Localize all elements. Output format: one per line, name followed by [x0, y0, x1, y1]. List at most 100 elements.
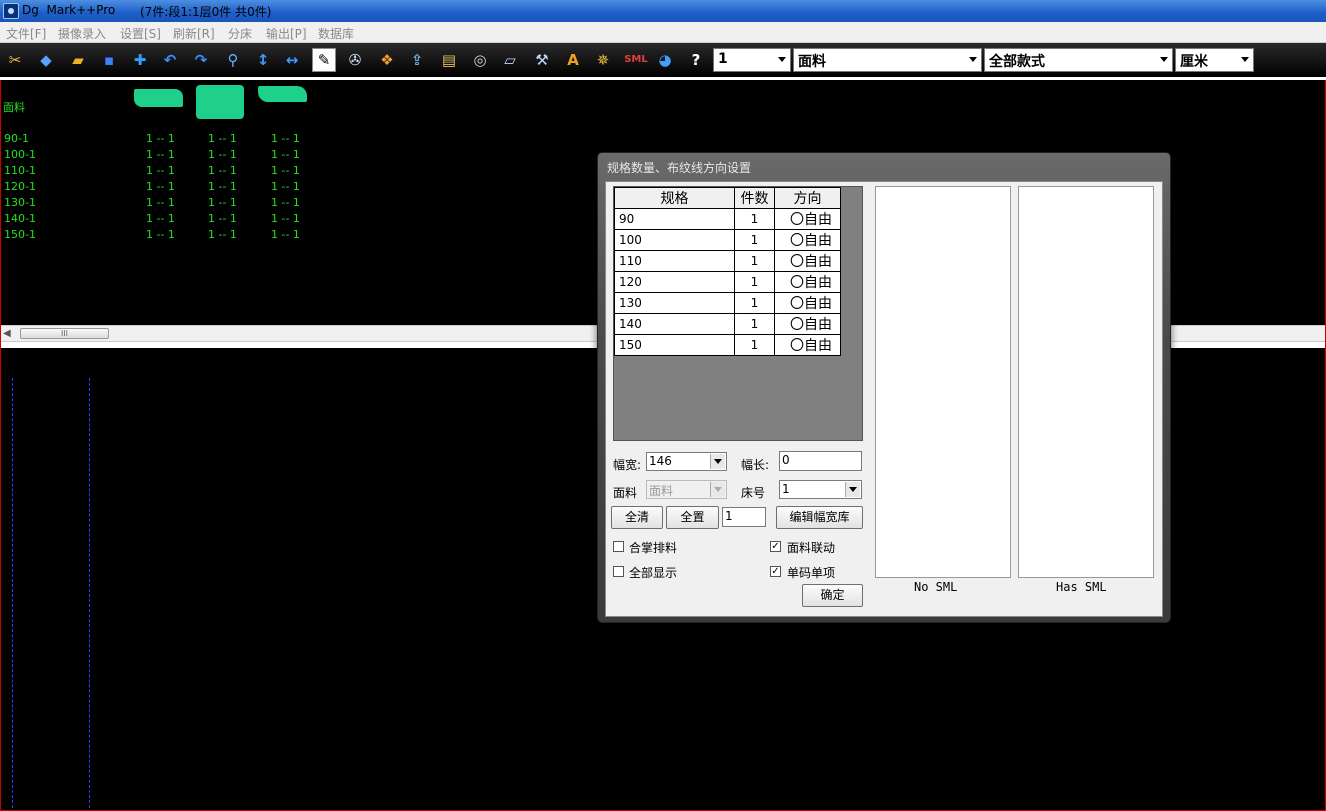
- count-cell[interactable]: 1: [734, 313, 775, 335]
- menu-file[interactable]: 文件[F]: [6, 25, 46, 42]
- horizontal-arrow-icon[interactable]: ↔: [280, 48, 304, 72]
- piece-thumbnail[interactable]: [134, 89, 183, 107]
- size-label: 140-1: [4, 212, 36, 225]
- undo-icon[interactable]: ↶: [158, 48, 182, 72]
- table-row[interactable]: 90 1 〇自由: [614, 208, 841, 230]
- single-size-checkbox[interactable]: ✓: [770, 566, 781, 577]
- direction-cell[interactable]: 〇自由: [774, 271, 841, 293]
- fabric-select[interactable]: 面料: [793, 48, 982, 72]
- tape-icon[interactable]: ◎: [468, 48, 492, 72]
- chevron-down-icon: [969, 57, 977, 62]
- tools-icon[interactable]: ⚒: [530, 48, 554, 72]
- bed-combo[interactable]: 1: [779, 480, 862, 499]
- menu-output[interactable]: 输出[P]: [266, 25, 307, 42]
- count-cell[interactable]: 1: [734, 271, 775, 293]
- scroll-thumb[interactable]: III: [20, 328, 109, 339]
- size-count-cell: 1 -- 1: [208, 228, 237, 241]
- has-sml-list[interactable]: [1018, 186, 1154, 578]
- app-icon[interactable]: [3, 3, 19, 19]
- size-count-cell: 1 -- 1: [208, 132, 237, 145]
- spec-cell[interactable]: 130: [614, 292, 735, 314]
- table-row[interactable]: 130 1 〇自由: [614, 292, 841, 314]
- count-cell[interactable]: 1: [734, 292, 775, 314]
- table-row[interactable]: 100 1 〇自由: [614, 229, 841, 251]
- show-all-label: 全部显示: [629, 566, 678, 580]
- combine-checkbox[interactable]: [613, 541, 624, 552]
- fabric-link-checkbox[interactable]: ✓: [770, 541, 781, 552]
- header-direction[interactable]: 方向: [774, 187, 841, 209]
- scroll-left-icon[interactable]: ◀: [3, 328, 11, 339]
- help-icon[interactable]: ?: [684, 48, 708, 72]
- vertical-arrow-icon[interactable]: ↕: [251, 48, 275, 72]
- film-icon[interactable]: ▤: [437, 48, 461, 72]
- direction-cell[interactable]: 〇自由: [774, 313, 841, 335]
- direction-cell[interactable]: 〇自由: [774, 208, 841, 230]
- no-sml-list[interactable]: [875, 186, 1011, 578]
- spec-cell[interactable]: 150: [614, 334, 735, 356]
- sml-icon[interactable]: SML: [622, 48, 650, 72]
- piece-thumbnail[interactable]: [196, 85, 244, 119]
- chevron-down-icon[interactable]: [710, 454, 725, 469]
- menu-bar: 文件[F] 摄像录入 设置[S] 刷新[R] 分床 输出[P] 数据库: [0, 22, 1326, 43]
- width-combo[interactable]: 146: [646, 452, 727, 471]
- table-row[interactable]: 150 1 〇自由: [614, 334, 841, 356]
- size-count-cell: 1 -- 1: [271, 180, 300, 193]
- style-select[interactable]: 全部款式: [984, 48, 1173, 72]
- select-tool-icon[interactable]: ✎: [312, 48, 336, 72]
- add-icon[interactable]: ✚: [128, 48, 152, 72]
- scissors-icon[interactable]: ✂: [3, 48, 27, 72]
- menu-camera-input[interactable]: 摄像录入: [58, 25, 106, 42]
- size-label: 150-1: [4, 228, 36, 241]
- table-row[interactable]: 110 1 〇自由: [614, 250, 841, 272]
- direction-cell[interactable]: 〇自由: [774, 334, 841, 356]
- header-spec[interactable]: 规格: [614, 187, 735, 209]
- spec-cell[interactable]: 100: [614, 229, 735, 251]
- set-all-button[interactable]: 全置: [666, 506, 719, 529]
- ruler-icon[interactable]: ▱: [498, 48, 522, 72]
- direction-cell[interactable]: 〇自由: [774, 292, 841, 314]
- layer-select[interactable]: 1: [713, 48, 791, 72]
- menu-database[interactable]: 数据库: [318, 25, 354, 42]
- text-icon[interactable]: A: [561, 48, 585, 72]
- show-all-checkbox[interactable]: [613, 566, 624, 577]
- spec-cell[interactable]: 120: [614, 271, 735, 293]
- spec-cell[interactable]: 140: [614, 313, 735, 335]
- spec-cell[interactable]: 90: [614, 208, 735, 230]
- edit-width-library-button[interactable]: 编辑幅宽库: [776, 506, 863, 529]
- redo-icon[interactable]: ↷: [189, 48, 213, 72]
- length-input[interactable]: 0: [779, 451, 862, 471]
- menu-settings[interactable]: 设置[S]: [120, 25, 161, 42]
- table-row[interactable]: 120 1 〇自由: [614, 271, 841, 293]
- pattern-icon[interactable]: ❖: [375, 48, 399, 72]
- reel-icon[interactable]: ✇: [343, 48, 367, 72]
- zoom-icon[interactable]: ⚲: [221, 48, 245, 72]
- direction-cell[interactable]: 〇自由: [774, 229, 841, 251]
- open-folder-icon[interactable]: ▰: [66, 48, 90, 72]
- count-cell[interactable]: 1: [734, 334, 775, 356]
- table-row[interactable]: 140 1 〇自由: [614, 313, 841, 335]
- size-count-cell: 1 -- 1: [271, 164, 300, 177]
- direction-cell[interactable]: 〇自由: [774, 250, 841, 272]
- export-icon[interactable]: ⇪: [405, 48, 429, 72]
- chevron-down-icon[interactable]: [845, 482, 860, 497]
- ok-button[interactable]: 确定: [802, 584, 863, 607]
- fabric-label: 面料: [3, 101, 25, 114]
- unit-select[interactable]: 厘米: [1175, 48, 1254, 72]
- spec-cell[interactable]: 110: [614, 250, 735, 272]
- save-icon[interactable]: ▪: [97, 48, 121, 72]
- wheel-icon[interactable]: ✵: [591, 48, 615, 72]
- count-cell[interactable]: 1: [734, 229, 775, 251]
- spec-grid[interactable]: 规格 件数 方向 90 1 〇自由 100 1 〇自由 110 1 〇自由 120 1 〇自由 130 1…: [613, 186, 863, 441]
- set-all-input[interactable]: 1: [722, 507, 766, 527]
- count-cell[interactable]: 1: [734, 208, 775, 230]
- clear-all-button[interactable]: 全清: [611, 506, 663, 529]
- size-count-cell: 1 -- 1: [208, 148, 237, 161]
- menu-split-bed[interactable]: 分床: [228, 25, 252, 42]
- layers-icon[interactable]: ◆: [34, 48, 58, 72]
- count-cell[interactable]: 1: [734, 250, 775, 272]
- globe-icon[interactable]: ◕: [653, 48, 677, 72]
- piece-thumbnail[interactable]: [258, 86, 307, 102]
- menu-refresh[interactable]: 刷新[R]: [173, 25, 215, 42]
- header-count[interactable]: 件数: [734, 187, 775, 209]
- size-count-cell: 1 -- 1: [271, 228, 300, 241]
